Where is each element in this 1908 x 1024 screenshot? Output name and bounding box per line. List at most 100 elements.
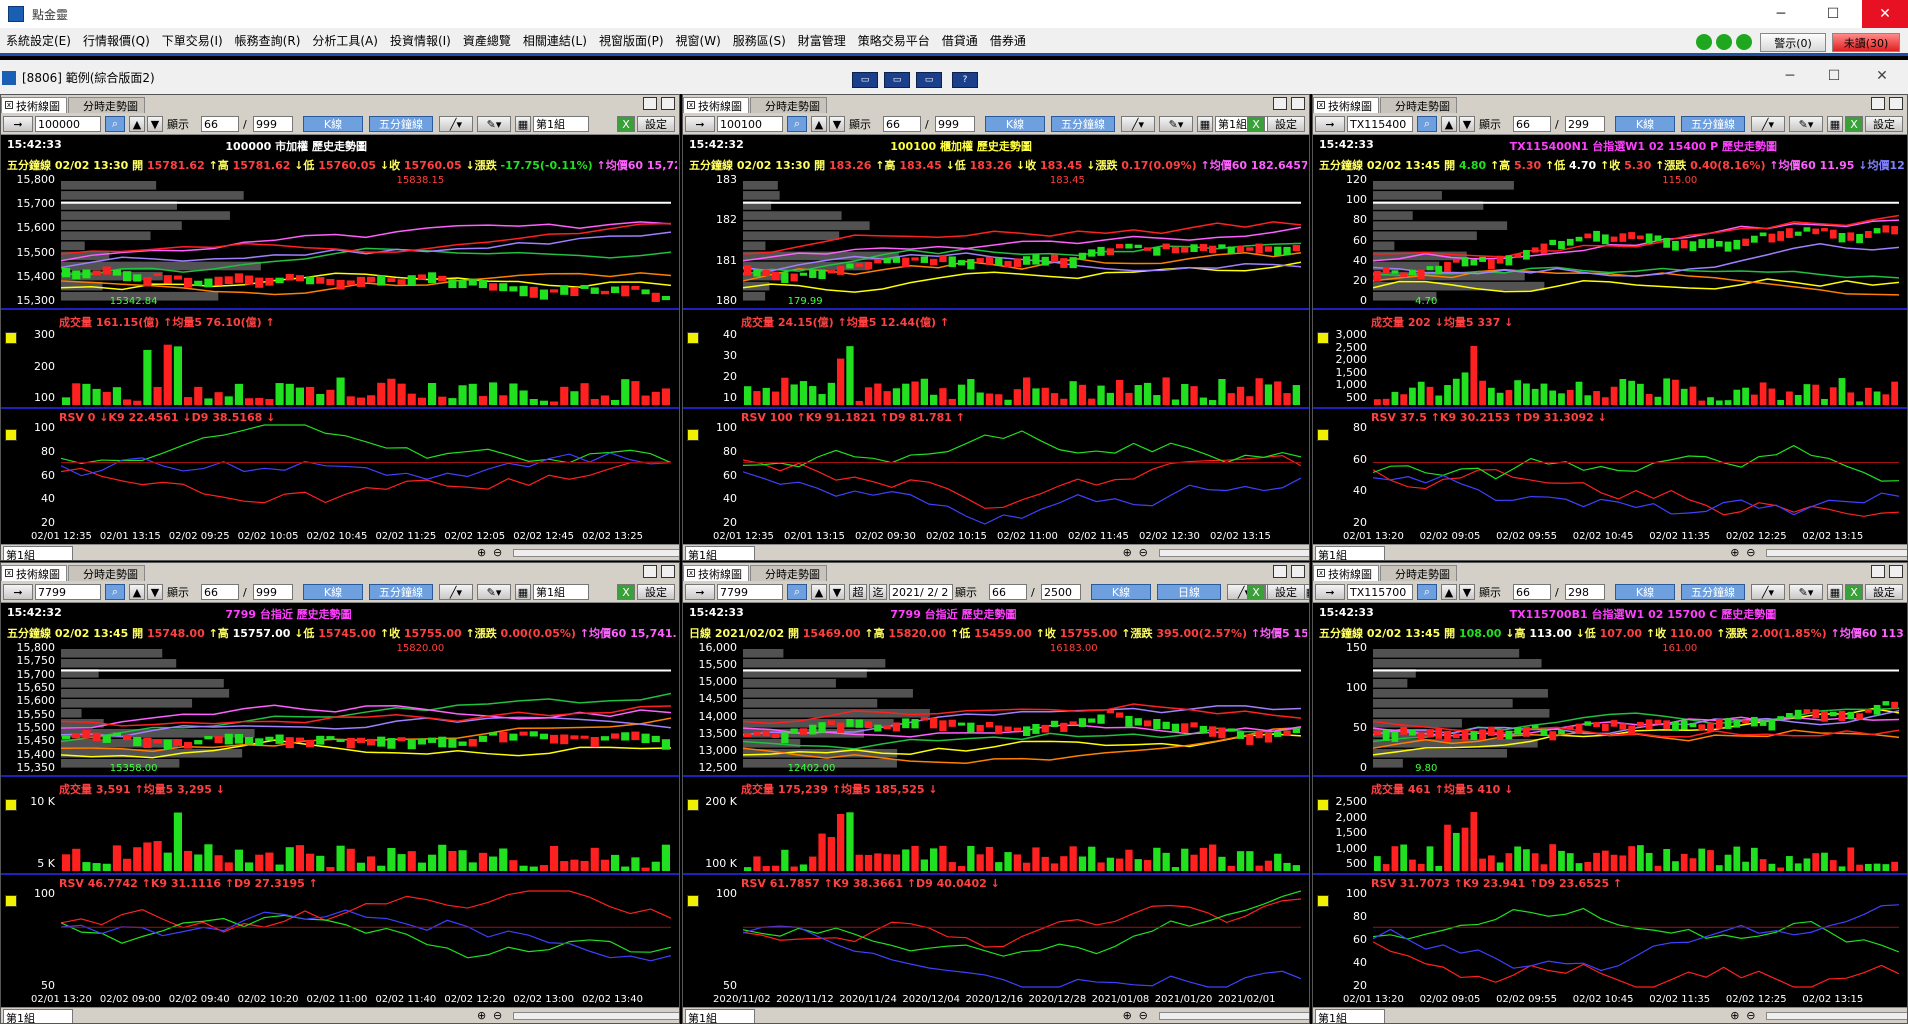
tab-close-icon[interactable]: x [5, 101, 13, 109]
minimize-button[interactable]: ─ [1758, 0, 1804, 28]
group-selector[interactable]: 第1組 [685, 1009, 755, 1023]
unread-button[interactable]: 未讀(30) [1832, 33, 1900, 52]
kd-menu-icon[interactable] [1317, 429, 1329, 441]
volume-menu-icon[interactable] [687, 332, 699, 344]
layout-button-1[interactable]: ▭ [852, 72, 878, 88]
link-arrow-icon[interactable]: ➞ [685, 116, 715, 132]
group-selector[interactable]: 第1組 [1315, 546, 1385, 560]
menu-item[interactable]: 借貸通 [936, 32, 984, 49]
sub-close-button[interactable]: ✕ [1862, 62, 1902, 90]
group-selector[interactable]: 第1組 [3, 546, 73, 560]
volume-bar [1496, 862, 1504, 871]
volume-bar [173, 812, 182, 871]
kd-menu-icon[interactable] [5, 429, 17, 441]
zoom-in-icon[interactable]: ⊕ [477, 1009, 486, 1022]
tab-close-icon[interactable]: x [687, 101, 695, 109]
menu-item[interactable]: 借券通 [984, 32, 1032, 49]
group-selector[interactable]: 第1組 [1315, 1009, 1385, 1023]
horizontal-scrollbar[interactable] [1158, 549, 1309, 557]
zoom-in-icon[interactable]: ⊕ [1123, 1009, 1132, 1022]
zoom-out-icon[interactable]: ⊖ [1139, 546, 1148, 559]
layout-button-3[interactable]: ▭ [916, 72, 942, 88]
tab-close-icon[interactable]: x [1317, 569, 1325, 577]
link-arrow-icon[interactable]: ➞ [3, 584, 33, 600]
group-selector[interactable]: 第1組 [685, 546, 755, 560]
volume-profile-bar [61, 709, 82, 718]
maximize-button[interactable]: ☐ [1810, 0, 1856, 28]
layout-button-2[interactable]: ▭ [884, 72, 910, 88]
volume-menu-icon[interactable] [1317, 799, 1329, 811]
kd-menu-icon[interactable] [5, 895, 17, 907]
horizontal-scrollbar[interactable] [1158, 1012, 1309, 1020]
tab-close-icon[interactable]: x [1317, 101, 1325, 109]
volume-bar [1400, 394, 1408, 405]
menu-item[interactable]: 投資情報(I) [384, 32, 457, 49]
menu-item[interactable]: 策略交易平台 [852, 32, 936, 49]
sub-minimize-button[interactable]: ─ [1770, 62, 1810, 90]
menu-item[interactable]: 相關連結(L) [517, 32, 593, 49]
price-tick-label: 15,750 [16, 654, 56, 668]
menu-item[interactable]: 服務區(S) [727, 32, 792, 49]
chart-canvas[interactable]: 15820.00 15358.00 [61, 563, 671, 1024]
zoom-in-icon[interactable]: ⊕ [477, 546, 486, 559]
link-arrow-icon[interactable]: ➞ [1315, 116, 1345, 132]
volume-bar [295, 387, 304, 405]
volume-menu-icon[interactable] [5, 799, 17, 811]
link-arrow-icon[interactable]: ➞ [685, 584, 715, 600]
volume-menu-icon[interactable] [5, 332, 17, 344]
sub-restore-button[interactable]: ☐ [1814, 62, 1854, 90]
menu-item[interactable]: 分析工具(A) [306, 32, 384, 49]
chart-canvas[interactable]: 115.00 4.70 [1373, 95, 1899, 561]
zoom-out-icon[interactable]: ⊖ [1139, 1009, 1148, 1022]
tab-technical-chart[interactable]: x 技術線圖 [1313, 565, 1379, 581]
close-button[interactable]: ✕ [1862, 0, 1908, 28]
group-selector[interactable]: 第1組 [3, 1009, 73, 1023]
tab-technical-chart[interactable]: x 技術線圖 [1, 565, 67, 581]
tab-technical-chart[interactable]: x 技術線圖 [1313, 97, 1379, 113]
status-light-icon [1696, 34, 1712, 50]
menu-item[interactable]: 財富管理 [792, 32, 852, 49]
horizontal-scrollbar[interactable] [1766, 549, 1907, 557]
volume-menu-icon[interactable] [1317, 332, 1329, 344]
chart-canvas[interactable]: 15838.15 15342.84 [61, 95, 671, 561]
volume-bar [1864, 387, 1872, 405]
tab-technical-chart[interactable]: x 技術線圖 [1, 97, 67, 113]
menu-item[interactable]: 下單交易(I) [156, 32, 229, 49]
chart-canvas[interactable]: 161.00 9.80 [1373, 563, 1899, 1024]
menu-item[interactable]: 資產總覽 [457, 32, 517, 49]
menu-item[interactable]: 系統設定(E) [0, 32, 77, 49]
zoom-in-icon[interactable]: ⊕ [1730, 1009, 1739, 1022]
menu-item[interactable]: 行情報價(Q) [77, 32, 156, 49]
menu-item[interactable]: 帳務查詢(R) [229, 32, 307, 49]
volume-bar [255, 398, 264, 405]
menu-item[interactable]: 視窗版面(P) [593, 32, 670, 49]
tab-technical-chart[interactable]: x 技術線圖 [683, 97, 749, 113]
kd-menu-icon[interactable] [687, 429, 699, 441]
kd-menu-icon[interactable] [687, 895, 699, 907]
horizontal-scrollbar[interactable] [513, 1012, 679, 1020]
link-arrow-icon[interactable]: ➞ [3, 116, 33, 132]
tab-close-icon[interactable]: x [687, 569, 695, 577]
zoom-in-icon[interactable]: ⊕ [1123, 546, 1132, 559]
tab-technical-chart[interactable]: x 技術線圖 [683, 565, 749, 581]
link-arrow-icon[interactable]: ➞ [1315, 584, 1345, 600]
volume-bar [1409, 387, 1416, 405]
zoom-in-icon[interactable]: ⊕ [1730, 546, 1739, 559]
zoom-out-icon[interactable]: ⊖ [1746, 546, 1755, 559]
menu-item[interactable]: 視窗(W) [670, 32, 727, 49]
chart-canvas[interactable]: 183.45 179.99 [743, 95, 1301, 561]
tab-close-icon[interactable]: x [5, 569, 13, 577]
volume-profile-bar [61, 679, 224, 688]
volume-menu-icon[interactable] [687, 799, 699, 811]
zoom-out-icon[interactable]: ⊖ [493, 546, 502, 559]
volume-bar [1153, 847, 1161, 871]
zoom-out-icon[interactable]: ⊖ [1746, 1009, 1755, 1022]
kd-menu-icon[interactable] [1317, 895, 1329, 907]
candlestick [651, 292, 660, 302]
horizontal-scrollbar[interactable] [1766, 1012, 1907, 1020]
zoom-out-icon[interactable]: ⊖ [493, 1009, 502, 1022]
horizontal-scrollbar[interactable] [513, 549, 679, 557]
chart-canvas[interactable]: 16183.00 12402.00 [743, 563, 1301, 1024]
warning-button[interactable]: 警示(0) [1760, 33, 1826, 52]
help-button[interactable]: ? [952, 72, 978, 88]
